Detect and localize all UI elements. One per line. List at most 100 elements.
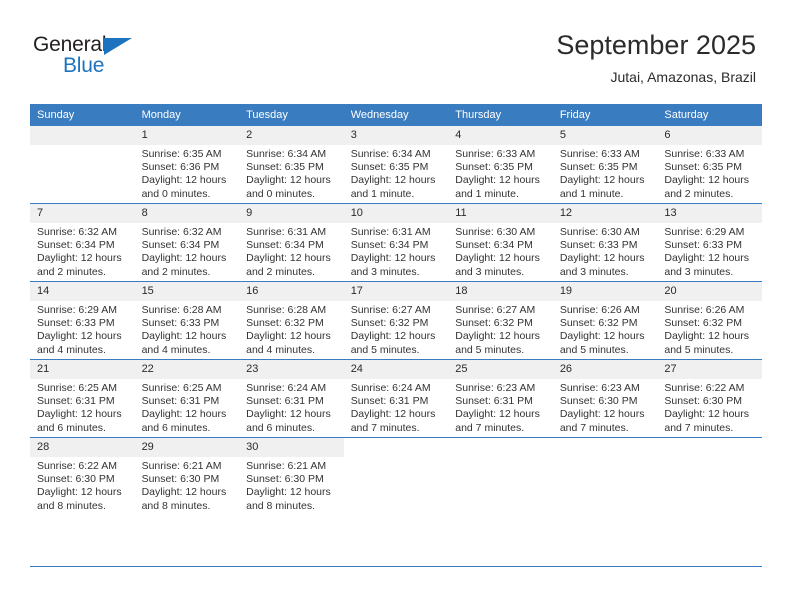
sunset-text: Sunset: 6:31 PM xyxy=(246,395,324,408)
sunset-text: Sunset: 6:34 PM xyxy=(455,239,533,252)
calendar-day-cell[interactable]: 2 Sunrise: 6:34 AM Sunset: 6:35 PM Daylight… xyxy=(239,126,344,204)
sunset-text: Sunset: 6:34 PM xyxy=(350,239,429,252)
sunrise-text: Sunrise: 6:34 AM xyxy=(246,148,327,160)
calendar-day-cell[interactable]: 23 Sunrise: 6:24 AM Sunset: 6:31 PM Dayligh… xyxy=(239,359,344,438)
calendar-day-cell[interactable]: 18 Sunrise: 6:27 AM Sunset: 6:32 PM Dayligh… xyxy=(448,281,553,360)
calendar-week-row: 28 Sunrise: 6:22 AM Sunset: 6:30 PM Dayligh… xyxy=(30,437,762,515)
sunset-text: Sunset: 6:34 PM xyxy=(37,239,115,252)
sunset-text: Sunset: 6:33 PM xyxy=(141,317,220,330)
calendar-day-cell[interactable]: 13 Sunrise: 6:29 AM Sunset: 6:33 PM Dayligh… xyxy=(657,203,762,282)
daylight-text-line1: Daylight: 12 hours xyxy=(350,252,436,265)
calendar-day-cell[interactable]: 15 Sunrise: 6:28 AM Sunset: 6:33 PM Dayligh… xyxy=(134,281,240,360)
weekday-header-friday: Friday xyxy=(552,104,658,126)
day-details: Sunrise: 6:32 AM Sunset: 6:34 PM Daylight:… xyxy=(135,223,240,279)
calendar-day-cell[interactable]: 4 Sunrise: 6:33 AM Sunset: 6:35 PM Daylight… xyxy=(448,126,553,204)
calendar-day-cell[interactable]: 20 Sunrise: 6:26 AM Sunset: 6:32 PM Dayligh… xyxy=(657,281,762,360)
calendar-day-cell[interactable]: 28 Sunrise: 6:22 AM Sunset: 6:30 PM Dayligh… xyxy=(30,437,135,515)
calendar-grid: Sunday Monday Tuesday Wednesday Thursday… xyxy=(30,104,762,515)
day-number: 3 xyxy=(343,126,449,145)
day-details: Sunrise: 6:30 AM Sunset: 6:33 PM Daylight:… xyxy=(553,223,658,279)
calendar-day-cell[interactable]: 24 Sunrise: 6:24 AM Sunset: 6:31 PM Dayligh… xyxy=(343,359,449,438)
calendar-day-cell[interactable]: 25 Sunrise: 6:23 AM Sunset: 6:31 PM Dayligh… xyxy=(448,359,553,438)
calendar-day-cell[interactable]: 12 Sunrise: 6:30 AM Sunset: 6:33 PM Dayligh… xyxy=(552,203,658,282)
calendar-day-cell[interactable]: 21 Sunrise: 6:25 AM Sunset: 6:31 PM Dayligh… xyxy=(30,359,135,438)
daylight-text-line1: Daylight: 12 hours xyxy=(455,330,540,343)
sunrise-text: Sunrise: 6:25 AM xyxy=(141,382,222,394)
day-number: 8 xyxy=(134,204,240,223)
day-number: 26 xyxy=(552,360,658,379)
calendar-day-cell[interactable]: 1 Sunrise: 6:35 AM Sunset: 6:36 PM Daylight… xyxy=(134,126,240,204)
calendar-day-cell[interactable]: 30 Sunrise: 6:21 AM Sunset: 6:30 PM Dayligh… xyxy=(239,437,344,515)
day-details: Sunrise: 6:31 AM Sunset: 6:34 PM Daylight:… xyxy=(344,223,449,279)
daylight-text-line1: Daylight: 12 hours xyxy=(559,330,645,343)
day-number: 5 xyxy=(552,126,658,145)
sunset-text: Sunset: 6:32 PM xyxy=(559,317,638,330)
sunset-text: Sunset: 6:30 PM xyxy=(141,473,220,486)
day-number xyxy=(30,126,135,145)
daylight-text-line1: Daylight: 12 hours xyxy=(141,330,227,343)
day-details: Sunrise: 6:25 AM Sunset: 6:31 PM Daylight:… xyxy=(135,379,240,435)
daylight-text-line2: and 3 minutes. xyxy=(350,265,420,278)
sunset-text: Sunset: 6:35 PM xyxy=(350,161,429,174)
day-number: 19 xyxy=(552,282,658,301)
calendar-day-cell[interactable]: 22 Sunrise: 6:25 AM Sunset: 6:31 PM Dayligh… xyxy=(134,359,240,438)
daylight-text-line1: Daylight: 12 hours xyxy=(664,330,750,343)
daylight-text-line2: and 3 minutes. xyxy=(664,265,734,278)
calendar-week-row: 21 Sunrise: 6:25 AM Sunset: 6:31 PM Dayligh… xyxy=(30,359,762,438)
daylight-text-line1: Daylight: 12 hours xyxy=(246,408,331,421)
day-number: 15 xyxy=(134,282,240,301)
daylight-text-line2: and 5 minutes. xyxy=(664,343,734,356)
sunset-text: Sunset: 6:30 PM xyxy=(37,473,115,486)
daylight-text-line1: Daylight: 12 hours xyxy=(350,174,436,187)
daylight-text-line1: Daylight: 12 hours xyxy=(246,252,331,265)
calendar-day-cell[interactable]: 17 Sunrise: 6:27 AM Sunset: 6:32 PM Dayligh… xyxy=(343,281,449,360)
calendar-day-cell[interactable]: 19 Sunrise: 6:26 AM Sunset: 6:32 PM Dayligh… xyxy=(552,281,658,360)
calendar-day-cell[interactable]: 7 Sunrise: 6:32 AM Sunset: 6:34 PM Daylight… xyxy=(30,203,135,282)
day-details: Sunrise: 6:32 AM Sunset: 6:34 PM Daylight:… xyxy=(30,223,135,279)
day-number: 18 xyxy=(448,282,553,301)
calendar-day-cell[interactable]: 5 Sunrise: 6:33 AM Sunset: 6:35 PM Daylight… xyxy=(552,126,658,204)
day-number: 30 xyxy=(239,438,344,457)
calendar-day-cell[interactable]: 26 Sunrise: 6:23 AM Sunset: 6:30 PM Dayligh… xyxy=(552,359,658,438)
day-details: Sunrise: 6:34 AM Sunset: 6:35 PM Daylight:… xyxy=(344,145,449,201)
calendar-page: General Blue September 2025 Jutai, Amazo… xyxy=(0,0,792,612)
day-number: 23 xyxy=(239,360,344,379)
calendar-day-cell[interactable]: 14 Sunrise: 6:29 AM Sunset: 6:33 PM Dayligh… xyxy=(30,281,135,360)
day-details: Sunrise: 6:27 AM Sunset: 6:32 PM Daylight:… xyxy=(448,301,553,357)
sunrise-text: Sunrise: 6:26 AM xyxy=(559,304,640,316)
calendar-day-cell[interactable]: 8 Sunrise: 6:32 AM Sunset: 6:34 PM Daylight… xyxy=(134,203,240,282)
daylight-text-line2: and 8 minutes. xyxy=(246,499,316,512)
daylight-text-line1: Daylight: 12 hours xyxy=(559,252,645,265)
daylight-text-line1: Daylight: 12 hours xyxy=(246,486,331,499)
general-blue-logo[interactable]: General Blue xyxy=(33,33,153,81)
calendar-day-cell[interactable]: 29 Sunrise: 6:21 AM Sunset: 6:30 PM Dayligh… xyxy=(134,437,240,515)
day-details: Sunrise: 6:23 AM Sunset: 6:31 PM Daylight:… xyxy=(448,379,553,435)
sunrise-text: Sunrise: 6:31 AM xyxy=(246,226,327,238)
day-number: 24 xyxy=(343,360,449,379)
sunrise-text: Sunrise: 6:31 AM xyxy=(350,226,431,238)
calendar-day-cell[interactable]: 27 Sunrise: 6:22 AM Sunset: 6:30 PM Dayligh… xyxy=(657,359,762,438)
sunrise-text: Sunrise: 6:22 AM xyxy=(37,460,117,472)
sunrise-text: Sunrise: 6:24 AM xyxy=(350,382,431,394)
calendar-day-cell[interactable]: 11 Sunrise: 6:30 AM Sunset: 6:34 PM Dayligh… xyxy=(448,203,553,282)
calendar-day-cell[interactable]: 6 Sunrise: 6:33 AM Sunset: 6:35 PM Daylight… xyxy=(657,126,762,204)
day-details: Sunrise: 6:27 AM Sunset: 6:32 PM Daylight:… xyxy=(344,301,449,357)
sunrise-text: Sunrise: 6:33 AM xyxy=(455,148,536,160)
day-number xyxy=(553,438,658,457)
sunset-text: Sunset: 6:34 PM xyxy=(141,239,220,252)
daylight-text-line1: Daylight: 12 hours xyxy=(141,174,227,187)
day-number: 17 xyxy=(343,282,449,301)
daylight-text-line1: Daylight: 12 hours xyxy=(559,174,645,187)
day-details: Sunrise: 6:21 AM Sunset: 6:30 PM Daylight:… xyxy=(135,457,240,513)
day-details: Sunrise: 6:35 AM Sunset: 6:36 PM Daylight:… xyxy=(135,145,240,201)
calendar-day-cell[interactable]: 16 Sunrise: 6:28 AM Sunset: 6:32 PM Dayligh… xyxy=(239,281,344,360)
daylight-text-line1: Daylight: 12 hours xyxy=(37,330,122,343)
sunrise-text: Sunrise: 6:27 AM xyxy=(350,304,431,316)
calendar-day-cell[interactable]: 10 Sunrise: 6:31 AM Sunset: 6:34 PM Dayligh… xyxy=(343,203,449,282)
calendar-day-cell[interactable]: 9 Sunrise: 6:31 AM Sunset: 6:34 PM Daylight… xyxy=(239,203,344,282)
sunrise-text: Sunrise: 6:23 AM xyxy=(455,382,536,394)
day-details: Sunrise: 6:29 AM Sunset: 6:33 PM Daylight:… xyxy=(30,301,135,357)
sunrise-text: Sunrise: 6:30 AM xyxy=(455,226,536,238)
calendar-day-cell[interactable]: 3 Sunrise: 6:34 AM Sunset: 6:35 PM Daylight… xyxy=(343,126,449,204)
daylight-text-line1: Daylight: 12 hours xyxy=(664,252,750,265)
